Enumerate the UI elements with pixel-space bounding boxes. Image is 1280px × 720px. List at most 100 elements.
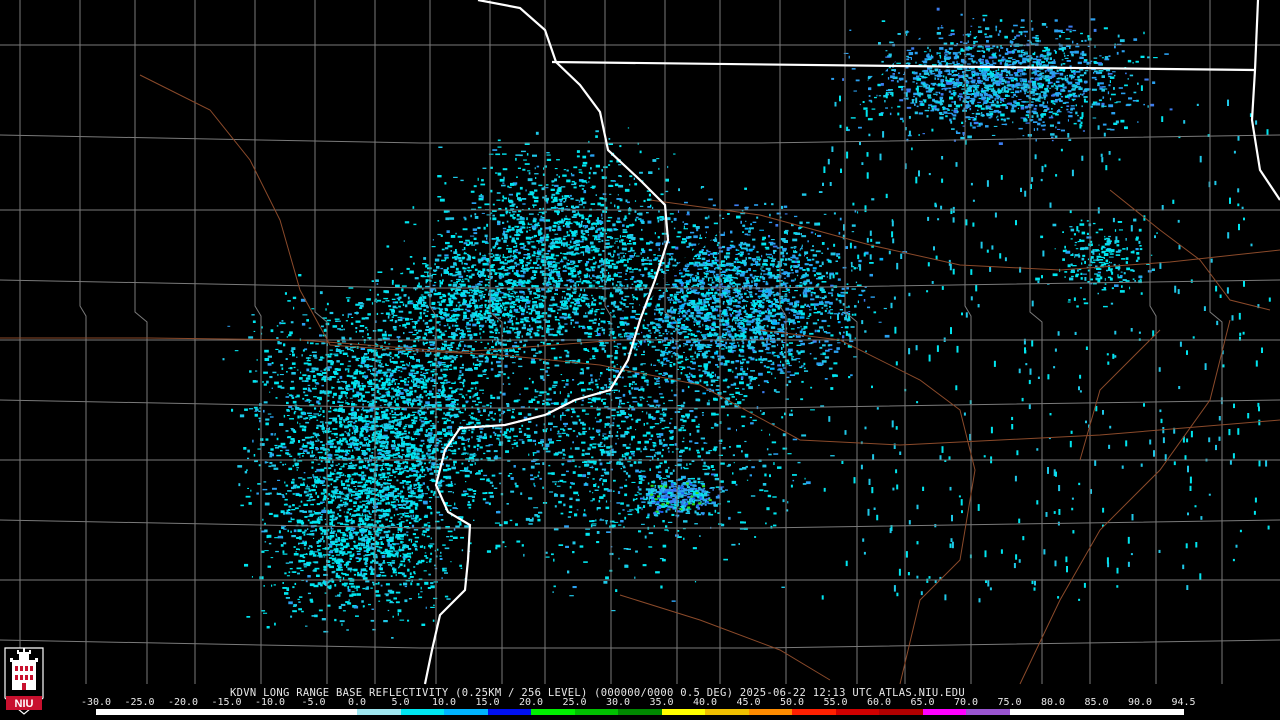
echo-pixel	[372, 581, 375, 584]
echo-pixel	[323, 540, 325, 543]
echo-pixel	[300, 453, 305, 454]
echo-pixel	[247, 487, 249, 489]
echo-pixel	[707, 344, 710, 347]
echo-pixel	[354, 404, 358, 406]
echo-pixel	[447, 430, 450, 432]
echo-pixel	[399, 524, 403, 528]
echo-pixel	[328, 410, 332, 413]
echo-pixel	[299, 415, 303, 418]
echo-pixel	[728, 276, 734, 279]
echo-pixel	[394, 495, 400, 497]
echo-pixel	[312, 561, 318, 563]
echo-pixel	[677, 331, 683, 334]
echo-pixel	[363, 427, 366, 430]
echo-pixel	[349, 499, 353, 502]
echo-pixel	[756, 251, 759, 253]
echo-pixel	[398, 390, 400, 392]
echo-pixel	[807, 315, 811, 317]
echo-pixel	[448, 438, 450, 441]
echo-pixel	[330, 483, 332, 486]
echo-pixel	[291, 362, 296, 365]
echo-pixel	[397, 464, 401, 468]
echo-pixel	[416, 583, 420, 586]
echo-pixel	[296, 536, 300, 539]
echo-pixel	[352, 464, 354, 466]
echo-pixel	[408, 494, 413, 498]
echo-pixel	[361, 317, 366, 320]
echo-pixel	[376, 354, 379, 357]
echo-pixel	[290, 428, 294, 429]
echo-pixel	[735, 295, 738, 298]
echo-pixel	[759, 275, 762, 279]
echo-pixel	[463, 446, 466, 449]
echo-pixel	[521, 424, 524, 427]
echo-pixel	[476, 397, 480, 400]
echo-pixel	[328, 454, 333, 457]
echo-pixel	[748, 356, 752, 359]
echo-pixel	[384, 482, 387, 485]
echo-pixel	[692, 279, 698, 282]
echo-pixel	[766, 299, 771, 302]
echo-pixel	[381, 466, 383, 470]
echo-pixel	[764, 310, 768, 313]
echo-pixel	[391, 414, 395, 416]
echo-pixel	[267, 363, 272, 366]
echo-pixel	[776, 266, 780, 268]
echo-pixel	[402, 553, 404, 555]
echo-pixel	[375, 594, 381, 597]
echo-pixel	[270, 433, 274, 436]
echo-pixel	[650, 269, 654, 272]
echo-pixel	[408, 331, 413, 333]
echo-pixel	[292, 400, 297, 404]
echo-pixel	[477, 410, 481, 413]
echo-pixel	[442, 569, 447, 572]
echo-pixel	[387, 425, 390, 427]
echo-pixel	[711, 316, 715, 318]
echo-pixel	[350, 585, 356, 588]
echo-pixel	[373, 528, 375, 531]
echo-pixel	[283, 542, 287, 545]
echo-pixel	[325, 443, 331, 445]
echo-pixel	[361, 450, 366, 452]
echo-pixel	[498, 472, 502, 475]
echo-pixel	[353, 385, 357, 389]
echo-pixel	[384, 388, 389, 391]
echo-pixel	[292, 504, 295, 507]
echo-pixel	[358, 461, 361, 464]
echo-pixel	[328, 550, 334, 554]
echo-pixel	[326, 319, 331, 322]
echo-pixel	[773, 298, 776, 301]
echo-pixel	[347, 468, 351, 470]
echo-pixel	[309, 493, 313, 496]
echo-pixel	[378, 456, 383, 459]
echo-pixel	[328, 493, 331, 496]
echo-pixel	[272, 487, 277, 490]
echo-pixel	[278, 530, 281, 534]
echo-pixel	[358, 370, 362, 373]
echo-pixel	[332, 396, 335, 399]
echo-pixel	[726, 295, 729, 297]
echo-pixel	[388, 383, 393, 385]
echo-pixel	[728, 318, 730, 320]
echo-pixel	[413, 545, 418, 548]
echo-pixel	[303, 362, 309, 365]
echo-pixel	[297, 421, 299, 424]
echo-pixel	[349, 594, 354, 597]
echo-pixel	[397, 418, 402, 421]
echo-pixel	[334, 618, 337, 622]
echo-pixel	[353, 540, 355, 543]
echo-pixel	[807, 258, 812, 262]
echo-pixel	[408, 598, 412, 600]
echo-pixel	[308, 545, 313, 547]
echo-pixel	[754, 275, 759, 278]
echo-pixel	[477, 448, 479, 451]
echo-pixel	[328, 587, 332, 590]
echo-pixel	[376, 521, 379, 524]
echo-pixel	[413, 520, 417, 522]
radar-map	[0, 0, 1280, 720]
echo-pixel	[437, 301, 440, 303]
echo-pixel	[359, 538, 365, 541]
echo-pixel	[494, 433, 497, 436]
echo-pixel	[835, 272, 839, 275]
echo-pixel	[744, 227, 749, 230]
